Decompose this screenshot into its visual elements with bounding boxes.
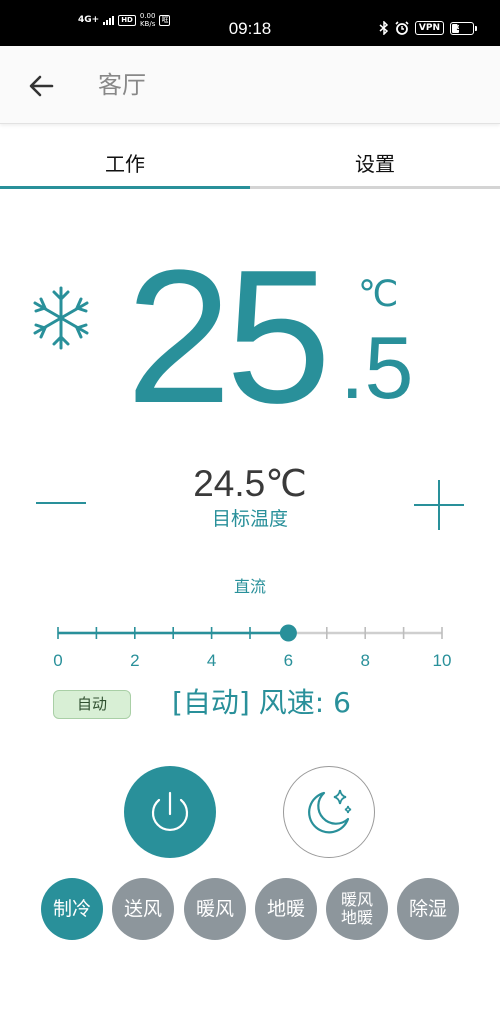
plus-icon bbox=[414, 480, 464, 530]
back-arrow-icon bbox=[29, 75, 54, 97]
mode-heating-floor-heating-button[interactable]: 暖风 地暖 bbox=[326, 878, 388, 940]
app-header: 客厅 bbox=[0, 46, 500, 124]
status-right: VPN 37 bbox=[379, 21, 477, 35]
power-button[interactable] bbox=[124, 766, 216, 858]
tab-work[interactable]: 工作 bbox=[0, 140, 250, 190]
status-bar: 4G+ HD 0.00 KB/s 哐 09:18 VPN 37 bbox=[0, 0, 500, 46]
moon-stars-icon bbox=[308, 789, 352, 834]
slider-tick-label: 10 bbox=[432, 651, 452, 670]
page-title: 客厅 bbox=[98, 71, 146, 99]
auto-fan-button[interactable]: 自动 bbox=[53, 690, 131, 719]
mode-label-line2: 地暖 bbox=[340, 908, 373, 927]
snowflake-icon bbox=[33, 286, 89, 350]
slider-tick-label: 8 bbox=[360, 651, 370, 670]
current-temp-decimal: .5 bbox=[340, 318, 414, 417]
slider-thumb[interactable] bbox=[279, 624, 297, 642]
slider-tick-label: 4 bbox=[206, 651, 217, 670]
battery-level: 37 bbox=[456, 22, 468, 32]
battery-icon: 37 bbox=[450, 21, 477, 35]
vpn-badge: VPN bbox=[414, 21, 444, 35]
bluetooth-icon bbox=[379, 21, 389, 35]
slider-tick-label: 2 bbox=[130, 651, 140, 670]
tab-work-indicator bbox=[0, 186, 250, 189]
mode-cooling-button[interactable]: 制冷 bbox=[41, 878, 103, 940]
alarm-icon bbox=[395, 21, 409, 35]
fan-type-label: 直流 bbox=[233, 577, 266, 596]
slider-tick-label: 0 bbox=[53, 651, 63, 670]
increase-temp-button[interactable] bbox=[410, 478, 468, 532]
mode-fan-button[interactable]: 送风 bbox=[112, 878, 174, 940]
slider-tick-label: 6 bbox=[283, 651, 294, 670]
power-icon bbox=[151, 791, 189, 831]
back-button[interactable] bbox=[24, 68, 60, 104]
fan-speed-slider[interactable] bbox=[50, 620, 450, 648]
tab-bar: 工作 设置 bbox=[0, 140, 500, 190]
current-temp-unit: ℃ bbox=[358, 274, 399, 315]
mode-heating-button[interactable]: 暖风 bbox=[184, 878, 246, 940]
fan-speed-status: [自动] 风速: 6 bbox=[172, 686, 351, 719]
mode-dehumidify-button[interactable]: 除湿 bbox=[397, 878, 459, 940]
current-temp-integer: 25 bbox=[126, 231, 331, 443]
mode-label-line1: 暖风 bbox=[340, 890, 373, 909]
tab-settings[interactable]: 设置 bbox=[250, 140, 500, 190]
sleep-mode-button[interactable] bbox=[283, 766, 375, 858]
mode-floor-heating-button[interactable]: 地暖 bbox=[255, 878, 317, 940]
tab-settings-underline bbox=[250, 186, 500, 189]
